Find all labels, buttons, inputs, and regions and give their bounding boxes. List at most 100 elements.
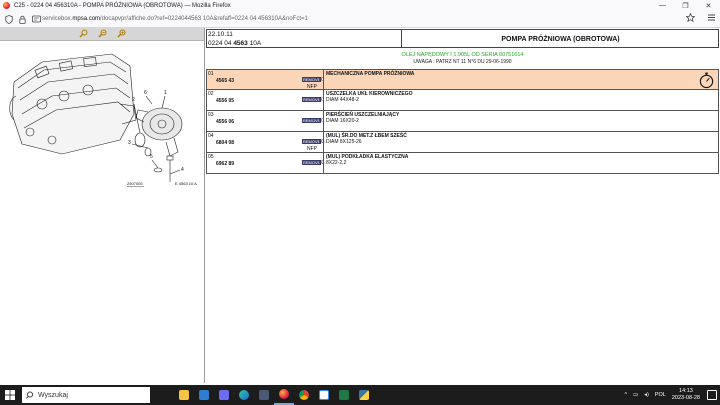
taskbar-app-python[interactable] — [354, 385, 374, 405]
taskbar: Wyszukaj ^ ▭ ◂) POL 14:13 2023-08-28 — [0, 385, 720, 405]
part-reference[interactable]: 6804 08 — [216, 140, 234, 146]
table-row[interactable]: 05 6962 89 REMOVE 03 (MUL) PODKŁADKA ELA… — [206, 153, 719, 174]
language-indicator[interactable]: POL — [655, 392, 666, 398]
system-tray: ^ ▭ ◂) POL 14:13 2023-08-28 — [624, 385, 700, 405]
navbar-right — [686, 13, 716, 22]
part-index: 02 — [208, 91, 214, 97]
file-explorer-icon — [179, 390, 189, 400]
exploded-parts-diagram: 1 2 3 4 5 6 2507005 E 4563 10 A — [9, 53, 197, 187]
part-reference[interactable]: 4556 06 — [216, 119, 234, 125]
chevron-up-icon[interactable]: ^ — [624, 392, 627, 398]
part-reference[interactable]: 4565 43 — [216, 78, 234, 84]
callout-2: 2 — [132, 97, 135, 103]
url-host: mpsa.com — [72, 16, 101, 22]
store-icon — [219, 390, 229, 400]
parts-table: 01 4565 43 REMOVE 01 NFP MECHANICZNA POM… — [206, 69, 719, 174]
taskbar-app-file-explorer[interactable] — [174, 385, 194, 405]
taskbar-app-chrome[interactable] — [294, 385, 314, 405]
window-titlebar: C25 - 0224 04 456310A - POMPA PRÓŻNIOWA … — [0, 0, 720, 11]
search-icon — [26, 391, 34, 399]
zoom-out-icon[interactable] — [97, 29, 108, 40]
calculator-icon — [259, 390, 269, 400]
warning-note: UWAGA : PATRZ NT 11 N°6 DU 29-06-1990 — [413, 59, 512, 65]
diagram-pane: 1 2 3 4 5 6 2507005 E 4563 10 A — [0, 28, 205, 383]
callout-6: 6 — [144, 90, 147, 96]
window-title: C25 - 0224 04 456310A - POMPA PRÓŻNIOWA … — [14, 2, 231, 9]
network-icon[interactable]: ▭ — [633, 392, 638, 398]
part-reference[interactable]: 4556 05 — [216, 98, 234, 104]
permissions-icon[interactable] — [31, 14, 42, 25]
paint-icon — [319, 390, 329, 400]
clock-date: 2023-08-28 — [671, 395, 700, 401]
taskbar-app-paint[interactable] — [314, 385, 334, 405]
part-description: MECHANICZNA POMPA PRÓŻNIOWA — [326, 71, 415, 77]
python-icon — [359, 390, 369, 400]
parts-pane: 22.10.11 0224 04 4563 10A POMPA PRÓŻNIOW… — [206, 28, 720, 383]
windows-start-button[interactable] — [0, 385, 20, 405]
screen: C25 - 0224 04 456310A - POMPA PRÓŻNIOWA … — [0, 0, 720, 405]
callout-4: 4 — [181, 167, 184, 173]
catalog-header: 22.10.11 0224 04 4563 10A POMPA PRÓŻNIOW… — [206, 29, 719, 48]
taskbar-app-firefox[interactable] — [274, 385, 294, 405]
taskbar-search[interactable]: Wyszukaj — [22, 387, 150, 403]
part-dimensions: DIAM 44X48-2 — [326, 97, 359, 103]
ref-bold: 4563 — [233, 40, 248, 47]
windows-icon — [5, 390, 15, 400]
callout-5: 5 — [150, 154, 153, 160]
maximize-button[interactable]: ❐ — [674, 0, 697, 11]
close-button[interactable]: ✕ — [697, 0, 720, 11]
notifications-icon[interactable] — [707, 390, 717, 400]
clock-time: 14:13 — [679, 388, 693, 394]
menu-icon[interactable] — [707, 13, 716, 22]
part-index: 03 — [208, 112, 214, 118]
volume-icon[interactable]: ◂) — [644, 392, 649, 398]
column-divider — [323, 132, 324, 152]
url-prefix: servicebox. — [42, 16, 73, 22]
table-row[interactable]: 03 4556 06 REMOVE 01 PIERŚCIEŃ USZCZELNI… — [206, 111, 719, 132]
taskbar-app-store[interactable] — [214, 385, 234, 405]
table-row[interactable]: 02 4556 05 REMOVE 01 USZCZELKA UKŁ KIERO… — [206, 90, 719, 111]
search-icon[interactable] — [78, 29, 89, 40]
search-placeholder: Wyszukaj — [38, 391, 68, 399]
taskbar-app-edge[interactable] — [234, 385, 254, 405]
column-divider — [323, 153, 324, 173]
excel-icon — [339, 390, 349, 400]
ref-suffix: 10A — [247, 40, 262, 47]
column-divider — [323, 90, 324, 110]
table-row[interactable]: 01 4565 43 REMOVE 01 NFP MECHANICZNA POM… — [206, 69, 719, 90]
part-dimensions: 8X22-2,2 — [326, 160, 347, 166]
mail-icon — [199, 390, 209, 400]
nfp-flag: NFP — [307, 146, 317, 152]
part-reference[interactable]: 6962 89 — [216, 161, 234, 167]
callout-3: 3 — [128, 140, 131, 146]
catalog-notes: OLEJ NAPĘDOWY I 1.905L OD SERIA 00751614… — [206, 52, 719, 65]
diagram-code-right: E 4563 10 A — [175, 181, 197, 186]
page-title: POMPA PRÓŻNIOWA (OBROTOWA) — [501, 35, 620, 43]
url-path: /docapvpr/affiche.do?ref=0224044563 10A&… — [100, 16, 308, 22]
part-dimensions: DIAM 16X20-2 — [326, 118, 359, 124]
zoom-in-icon[interactable] — [116, 29, 127, 40]
taskbar-app-excel[interactable] — [334, 385, 354, 405]
firefox-icon — [3, 2, 10, 9]
diagram-code-left: 2507005 — [127, 181, 143, 186]
table-row[interactable]: 04 6804 08 REMOVE 03 NFP (MUL) ŚR.DO MET… — [206, 132, 719, 153]
shield-icon[interactable] — [3, 14, 14, 25]
column-divider — [323, 70, 324, 90]
part-index: 04 — [208, 133, 214, 139]
lock-icon[interactable] — [17, 14, 28, 25]
bookmark-star-icon[interactable] — [686, 13, 695, 22]
taskbar-clock[interactable]: 14:13 2023-08-28 — [672, 388, 700, 402]
browser-navbar: servicebox. mpsa.com/docapvpr/affiche.do?… — [0, 11, 720, 28]
callout-1: 1 — [164, 90, 167, 96]
catalog-reference: 0224 04 4563 10A — [208, 40, 261, 47]
edge-icon — [239, 390, 249, 400]
url-input[interactable]: servicebox. mpsa.com/docapvpr/affiche.do?… — [42, 13, 672, 25]
part-index: 05 — [208, 154, 214, 160]
stopwatch-icon[interactable] — [698, 71, 715, 89]
minimize-button[interactable]: — — [651, 0, 674, 11]
taskbar-app-mail[interactable] — [194, 385, 214, 405]
part-dimensions: DIAM 8X125-26 — [326, 139, 362, 145]
chrome-icon — [299, 390, 309, 400]
taskbar-app-calculator[interactable] — [254, 385, 274, 405]
diagram-toolbar — [0, 28, 204, 41]
